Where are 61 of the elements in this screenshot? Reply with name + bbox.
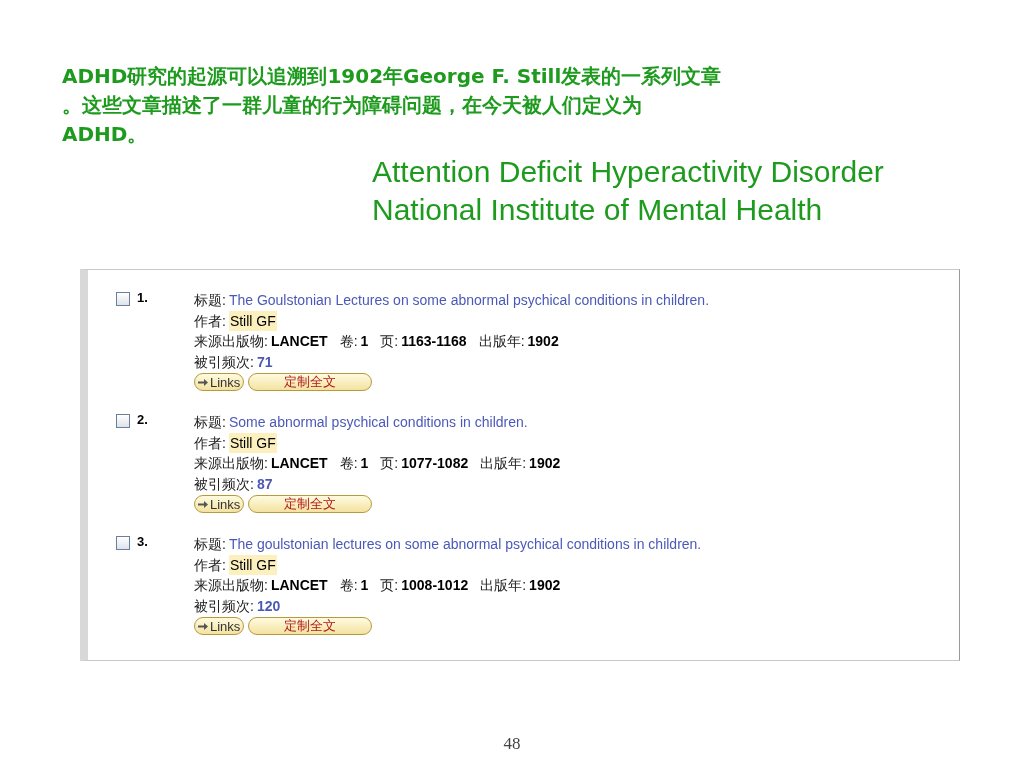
citation-count-link[interactable]: 71 [256, 351, 273, 372]
links-button[interactable]: Links [194, 617, 245, 635]
field-label: 被引频次: [194, 352, 254, 372]
page-number: 48 [503, 734, 521, 753]
field-value: 1 [360, 454, 369, 473]
checkbox[interactable] [116, 292, 130, 306]
arrow-icon [198, 621, 209, 631]
field-value: 1077-1082 [401, 454, 469, 473]
field-label: 作者: [194, 555, 226, 575]
field-value: 1 [360, 332, 369, 351]
field-value: 1902 [529, 576, 561, 595]
citation-count-link[interactable]: 87 [256, 473, 273, 494]
field-value: LANCET [270, 576, 328, 595]
checkbox[interactable] [116, 536, 130, 550]
result-number: 3. [137, 534, 149, 549]
field-label: 作者: [194, 311, 226, 331]
field-value: 1163-1168 [401, 332, 467, 351]
field-label: 页: [380, 576, 399, 595]
field-label: 被引频次: [194, 596, 254, 616]
author-name: Still GF [228, 432, 277, 453]
full-text-button[interactable]: 定制全文 [248, 495, 373, 513]
field-value: 1902 [529, 454, 561, 473]
subtitle-line: Attention Deficit Hyperactivity Disorder [372, 154, 885, 190]
title-link[interactable]: Some abnormal psychical conditions in children. [228, 412, 528, 433]
field-label: 卷: [339, 332, 358, 351]
author-name: Still GF [228, 310, 277, 331]
field-label: 作者: [194, 433, 226, 453]
field-label: 卷: [339, 454, 358, 473]
result-number: 2. [137, 412, 149, 427]
arrow-icon [198, 377, 209, 387]
links-button[interactable]: Links [194, 495, 245, 513]
field-value: LANCET [270, 332, 328, 351]
title-link[interactable]: The Goulstonian Lectures on some abnormal psychical conditions in children. [228, 290, 710, 311]
field-label: 来源出版物: [194, 454, 268, 473]
field-label: 页: [380, 454, 399, 473]
field-label: 标题: [194, 291, 226, 310]
field-label: 标题: [194, 535, 226, 554]
field-label: 出版年: [480, 576, 527, 595]
field-value: 1008-1012 [401, 576, 469, 595]
field-label: 卷: [339, 576, 358, 595]
field-label: 被引频次: [194, 474, 254, 494]
field-label: 出版年: [478, 332, 525, 351]
field-label: 出版年: [480, 454, 527, 473]
author-name: Still GF [228, 554, 277, 575]
field-label: 来源出版物: [194, 576, 268, 595]
links-button[interactable]: Links [194, 373, 245, 391]
intro-paragraph: ADHD研究的起源可以追溯到1902年George F. Still发表的一系列文章 。这些文章描述了一群儿童的行为障碍问题，在今天被人们定义为 ADHD。 [62, 63, 722, 148]
citation-count-link[interactable]: 120 [256, 595, 281, 616]
arrow-icon [198, 499, 209, 509]
field-label: 页: [380, 332, 399, 351]
result-number: 1. [137, 290, 149, 305]
full-text-button[interactable]: 定制全文 [248, 373, 373, 391]
field-value: 1 [360, 576, 369, 595]
field-label: 来源出版物: [194, 332, 268, 351]
title-link[interactable]: The goulstonian lectures on some abnormal psychical conditions in children. [228, 534, 702, 555]
field-value: LANCET [270, 454, 328, 473]
subtitle-line: National Institute of Mental Health [372, 192, 824, 228]
checkbox[interactable] [116, 414, 130, 428]
full-text-button[interactable]: 定制全文 [248, 617, 373, 635]
field-label: 标题: [194, 413, 226, 432]
field-value: 1902 [527, 332, 559, 351]
